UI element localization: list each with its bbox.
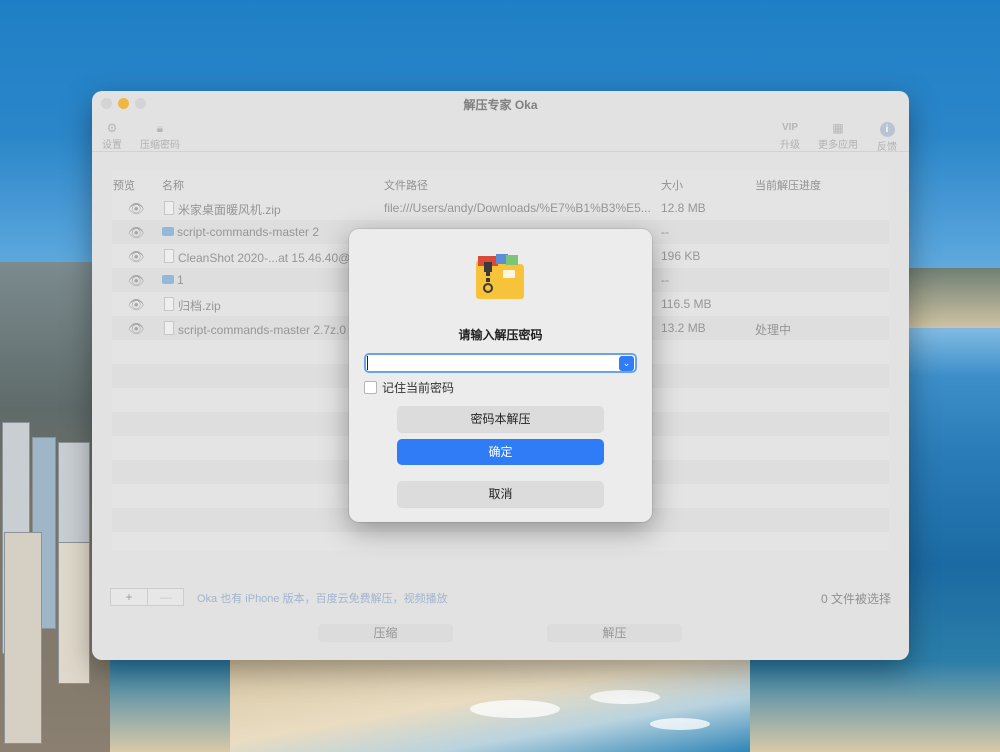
- password-input[interactable]: [364, 353, 637, 373]
- chevron-down-icon: ⌄: [622, 358, 631, 368]
- dialog-title: 请输入解压密码: [458, 328, 543, 342]
- desktop-beach: [230, 660, 750, 752]
- text-caret: [367, 356, 368, 370]
- keychain-extract-button[interactable]: 密码本解压: [397, 406, 604, 432]
- desktop-coast-right: [908, 268, 1000, 328]
- cancel-button[interactable]: 取消: [397, 481, 604, 507]
- ok-button[interactable]: 确定: [397, 439, 604, 465]
- password-dialog: 请输入解压密码 ⌄ 记住当前密码 密码本解压 确定 取消: [349, 229, 652, 522]
- password-history-dropdown[interactable]: ⌄: [619, 356, 634, 371]
- remember-password-label: 记住当前密码: [382, 381, 455, 395]
- remember-password-row[interactable]: 记住当前密码: [364, 379, 454, 396]
- zip-archive-icon: [476, 254, 524, 299]
- remember-password-checkbox[interactable]: [364, 381, 377, 394]
